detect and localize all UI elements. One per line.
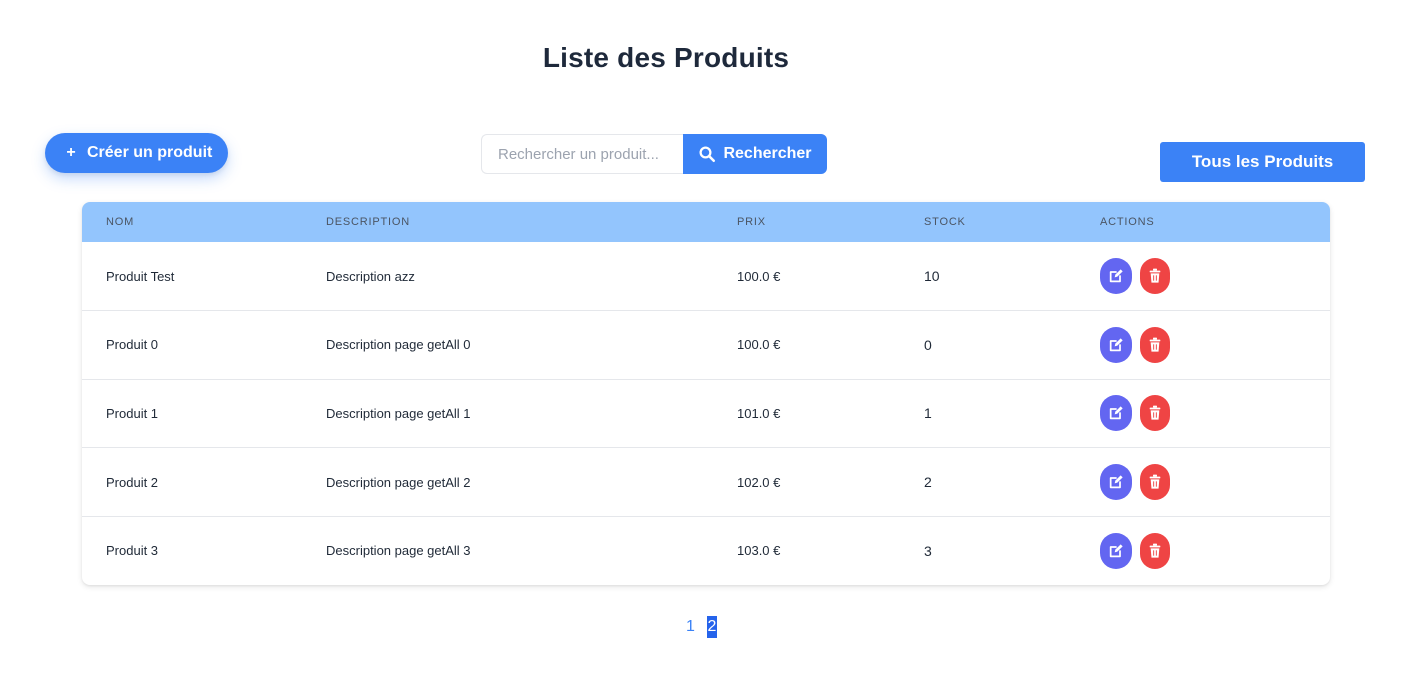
search-input[interactable] [481, 134, 683, 174]
table-row: Produit 2 Description page getAll 2 102.0 … [82, 447, 1330, 517]
column-header-stock: STOCK [924, 216, 966, 228]
plus-icon: + [66, 144, 76, 161]
product-price: 101.0 € [737, 405, 781, 421]
row-actions [1100, 311, 1330, 380]
product-name: Produit 0 [106, 337, 159, 353]
product-stock: 0 [924, 336, 932, 353]
product-price: 100.0 € [737, 268, 781, 284]
product-description: Description page getAll 0 [326, 337, 471, 353]
product-name: Produit 1 [106, 405, 159, 421]
product-name: Produit 2 [106, 474, 159, 490]
all-products-button[interactable]: Tous les Produits [1160, 142, 1365, 182]
edit-button[interactable] [1100, 532, 1132, 569]
product-stock: 1 [924, 405, 932, 422]
column-header-description: DESCRIPTION [326, 216, 410, 228]
pagination: 1 2 [0, 616, 1404, 638]
product-price: 102.0 € [737, 474, 781, 490]
trash-icon [1149, 543, 1161, 558]
trash-icon [1149, 337, 1161, 352]
column-header-actions: ACTIONS [1100, 216, 1155, 228]
product-stock: 10 [924, 268, 940, 285]
edit-icon [1109, 406, 1123, 420]
table-row: Produit Test Description azz 100.0 € 10 [82, 242, 1330, 311]
search-icon [699, 146, 716, 163]
row-actions [1100, 242, 1330, 311]
edit-icon [1109, 269, 1123, 283]
search-button-label: Rechercher [723, 145, 812, 162]
column-header-nom: NOM [106, 216, 135, 228]
edit-button[interactable] [1100, 258, 1132, 295]
product-description: Description page getAll 2 [326, 474, 471, 490]
edit-button[interactable] [1100, 464, 1132, 501]
row-actions [1100, 448, 1330, 517]
delete-button[interactable] [1140, 464, 1170, 501]
search-button[interactable]: Rechercher [683, 134, 827, 174]
table-row: Produit 0 Description page getAll 0 100.0 … [82, 310, 1330, 380]
delete-button[interactable] [1140, 258, 1170, 295]
edit-button[interactable] [1100, 326, 1132, 363]
edit-icon [1109, 544, 1123, 558]
page-link-1[interactable]: 1 [686, 616, 695, 638]
products-table: NOM DESCRIPTION PRIX STOCK ACTIONS Produ… [82, 202, 1330, 585]
edit-icon [1109, 475, 1123, 489]
delete-button[interactable] [1140, 326, 1170, 363]
edit-button[interactable] [1100, 395, 1132, 432]
row-actions [1100, 516, 1330, 585]
trash-icon [1149, 474, 1161, 489]
product-description: Description azz [326, 268, 415, 284]
product-name: Produit Test [106, 268, 175, 284]
trash-icon [1149, 406, 1161, 421]
product-price: 100.0 € [737, 337, 781, 353]
trash-icon [1149, 268, 1161, 283]
product-stock: 2 [924, 474, 932, 491]
column-header-prix: PRIX [737, 216, 766, 228]
create-product-label: Créer un produit [87, 144, 213, 161]
product-description: Description page getAll 3 [326, 543, 471, 559]
table-row: Produit 1 Description page getAll 1 101.0 … [82, 379, 1330, 448]
table-header-row: NOM DESCRIPTION PRIX STOCK ACTIONS [82, 202, 1330, 242]
row-actions [1100, 379, 1330, 448]
product-name: Produit 3 [106, 543, 159, 559]
create-product-button[interactable]: + Créer un produit [45, 133, 228, 173]
product-price: 103.0 € [737, 543, 781, 559]
delete-button[interactable] [1140, 395, 1170, 432]
search-bar: Rechercher [481, 134, 827, 174]
edit-icon [1109, 338, 1123, 352]
product-description: Description page getAll 1 [326, 405, 471, 421]
table-row: Produit 3 Description page getAll 3 103.0 … [82, 516, 1330, 585]
page-link-2-current[interactable]: 2 [707, 616, 717, 638]
delete-button[interactable] [1140, 532, 1170, 569]
product-stock: 3 [924, 542, 932, 559]
page-title: Liste des Produits [542, 42, 790, 73]
